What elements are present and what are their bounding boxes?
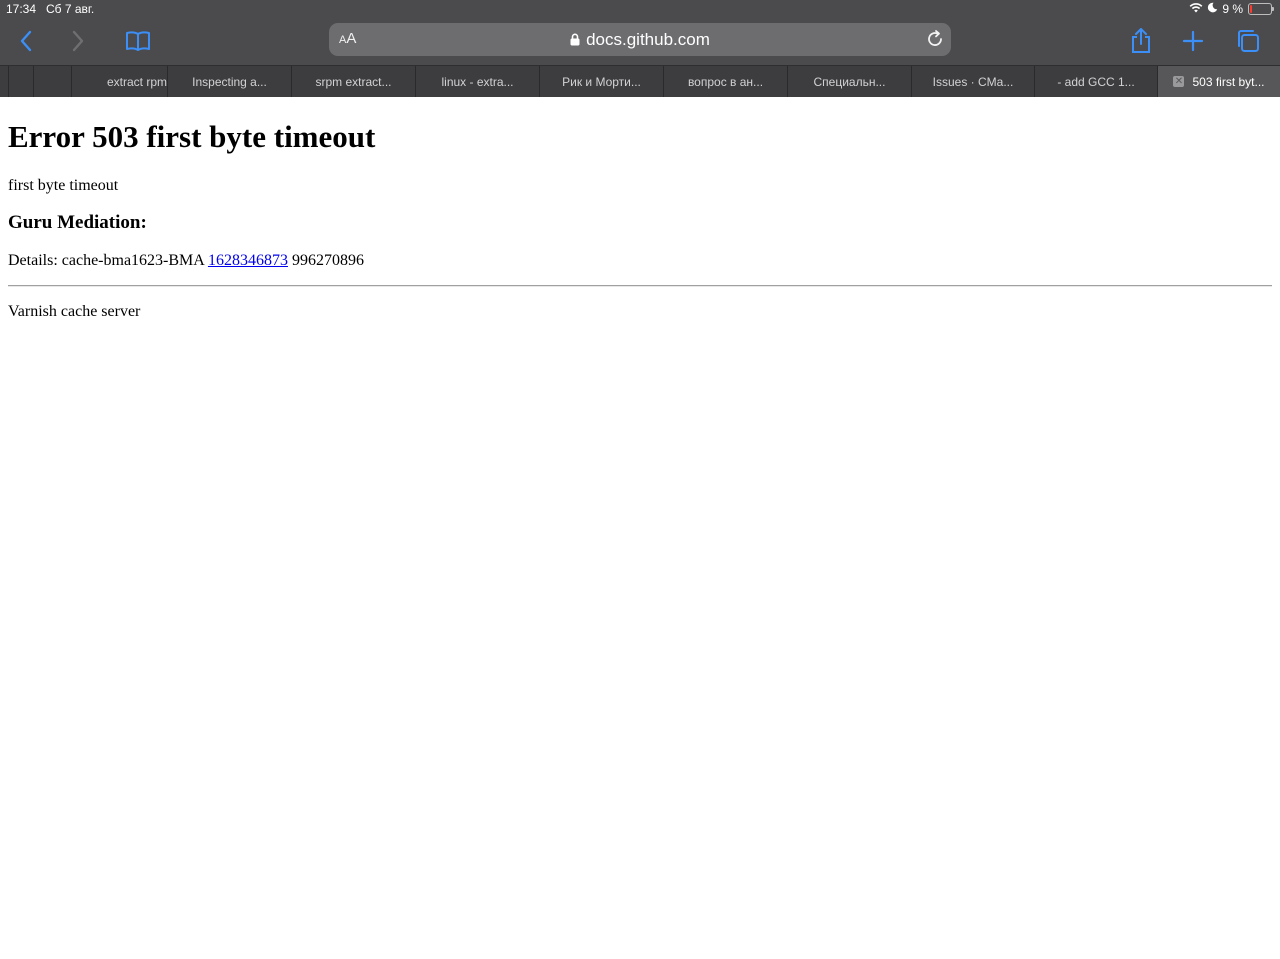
divider: [8, 285, 1272, 287]
tab-6[interactable]: Специальн...: [787, 66, 911, 97]
wifi-icon: [1189, 2, 1203, 16]
reload-button[interactable]: [925, 29, 945, 54]
reload-icon: [928, 30, 942, 46]
tab-7[interactable]: Issues · CMa...: [911, 66, 1034, 97]
tab-active[interactable]: ✕ 503 first byt...: [1157, 66, 1280, 97]
tab-label: Issues · CMa...: [932, 74, 1014, 89]
tabs-overview-button[interactable]: [1234, 27, 1262, 55]
tab-label: extract rpm: [106, 74, 167, 89]
tab-label: linux - extra...: [441, 74, 514, 89]
server-footer: Varnish cache server: [8, 303, 141, 320]
lock-icon: [570, 31, 580, 51]
tabs-icon: [1238, 30, 1259, 52]
moon-icon: [1207, 2, 1218, 16]
tab-label: Специальн...: [813, 74, 886, 89]
guru-mediation-heading: Guru Mediation:: [8, 212, 147, 233]
status-time: 17:34: [6, 2, 37, 16]
battery-icon: [1248, 3, 1274, 15]
tab-label: - add GCC 1...: [1057, 74, 1135, 89]
error-subtitle: first byte timeout: [8, 177, 119, 194]
tab-pinned-2[interactable]: [33, 66, 71, 97]
browser-toolbar: AA docs.github.com: [0, 18, 1280, 65]
status-indicators: 9 %: [1189, 2, 1274, 16]
new-tab-button[interactable]: [1179, 27, 1207, 55]
address-bar[interactable]: AA docs.github.com: [329, 23, 951, 56]
tab-4[interactable]: Рик и Морти...: [539, 66, 663, 97]
battery-fill: [1250, 5, 1252, 13]
url-text: docs.github.com: [586, 30, 710, 49]
share-button[interactable]: [1127, 27, 1155, 55]
error-details: Details: cache-bma1623-BMA 1628346873 99…: [8, 252, 1272, 270]
plus-icon: [1182, 30, 1204, 52]
chevron-left-icon: [20, 30, 32, 52]
url-display[interactable]: docs.github.com: [329, 30, 951, 51]
error-heading: Error 503 first byte timeout: [8, 119, 376, 154]
close-tab-icon[interactable]: ✕: [1173, 76, 1185, 87]
tab-label: вопрос в ан...: [687, 74, 764, 89]
details-link[interactable]: 1628346873: [208, 252, 288, 269]
share-icon: [1132, 28, 1150, 53]
chevron-right-icon: [72, 30, 84, 52]
tab-0[interactable]: extract rpm: [71, 66, 167, 97]
back-button[interactable]: [12, 27, 40, 55]
tab-8[interactable]: - add GCC 1...: [1034, 66, 1157, 97]
forward-button[interactable]: [64, 27, 92, 55]
status-date: Сб 7 авг.: [46, 2, 95, 16]
tab-3[interactable]: linux - extra...: [415, 66, 539, 97]
tab-label: srpm extract...: [315, 74, 392, 89]
battery-percent: 9 %: [1222, 2, 1243, 16]
status-bar: 17:34 Сб 7 авг. 9 %: [0, 0, 1280, 18]
details-suffix: 996270896: [291, 252, 364, 269]
book-icon: [126, 31, 150, 51]
tab-5[interactable]: вопрос в ан...: [663, 66, 787, 97]
bookmarks-button[interactable]: [124, 27, 152, 55]
tab-pinned-1[interactable]: [8, 66, 33, 97]
tab-strip: extract rpm Inspecting a... srpm extract…: [0, 65, 1280, 97]
details-prefix: Details: cache-bma1623-BMA: [8, 252, 204, 269]
page-content: Error 503 first byte timeout first byte …: [8, 96, 1272, 321]
tab-label: Рик и Морти...: [562, 74, 641, 89]
tab-1[interactable]: Inspecting a...: [167, 66, 291, 97]
tab-label: Inspecting a...: [192, 74, 267, 89]
tab-label: 503 first byt...: [1192, 74, 1265, 89]
tab-2[interactable]: srpm extract...: [291, 66, 415, 97]
